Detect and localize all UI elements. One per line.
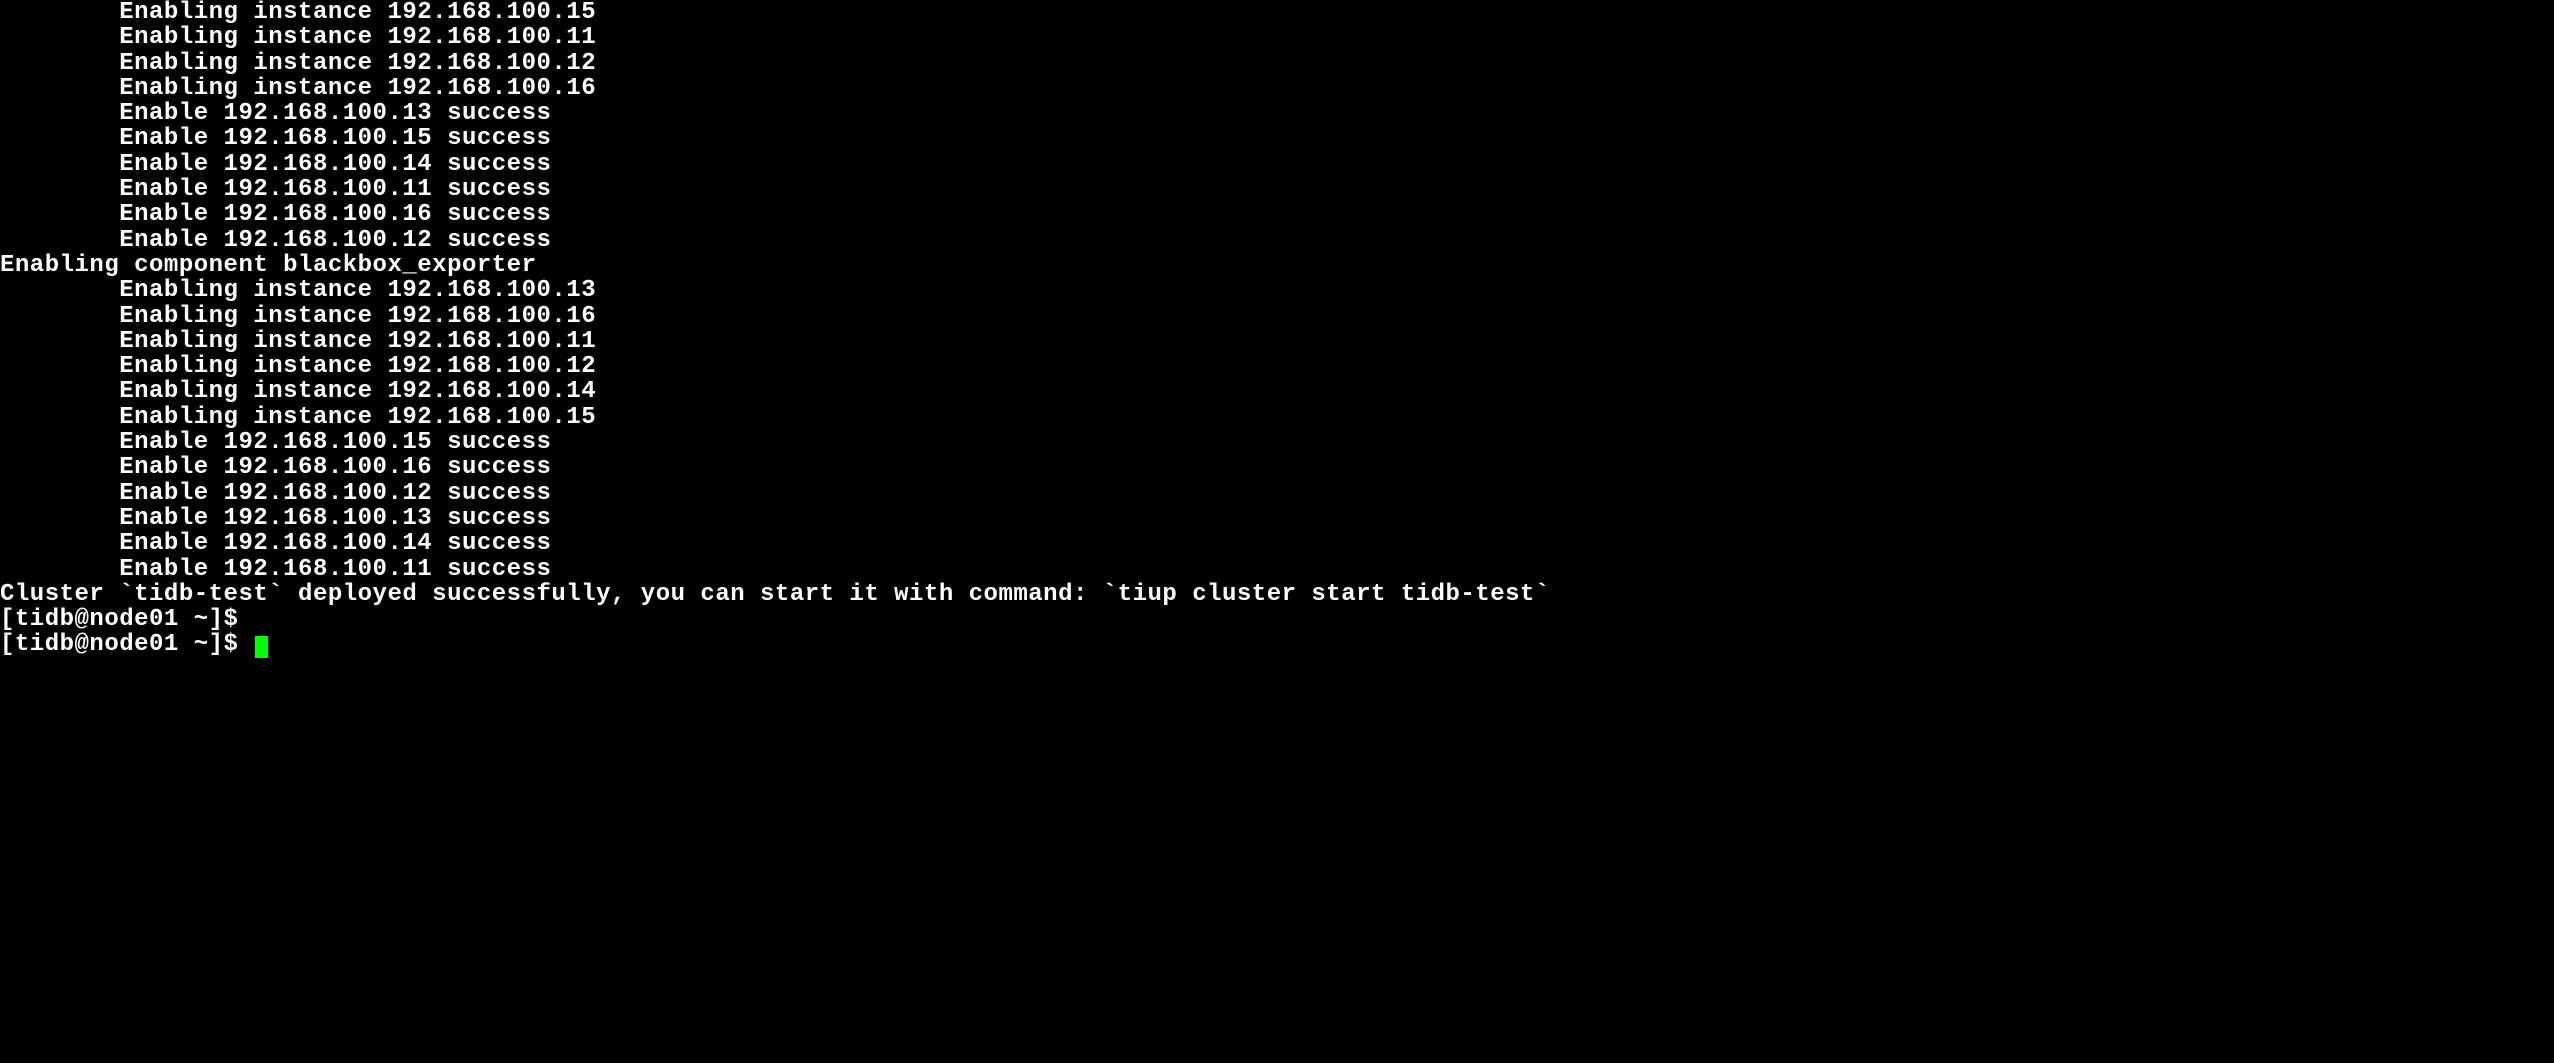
terminal-line: Enable 192.168.100.15 success xyxy=(0,126,2554,151)
terminal-line: Cluster `tidb-test` deployed successfull… xyxy=(0,582,2554,607)
terminal-line: Enabling component blackbox_exporter xyxy=(0,253,2554,278)
terminal-line: Enabling instance 192.168.100.15 xyxy=(0,0,2554,25)
cursor-icon xyxy=(255,636,268,658)
terminal-line: Enable 192.168.100.11 success xyxy=(0,177,2554,202)
terminal-line: Enable 192.168.100.13 success xyxy=(0,506,2554,531)
terminal-line: Enabling instance 192.168.100.13 xyxy=(0,278,2554,303)
terminal-output[interactable]: Enabling instance 192.168.100.15 Enablin… xyxy=(0,0,2554,658)
terminal-line: Enabling instance 192.168.100.16 xyxy=(0,304,2554,329)
terminal-line: Enabling instance 192.168.100.16 xyxy=(0,76,2554,101)
terminal-line: Enabling instance 192.168.100.11 xyxy=(0,25,2554,50)
terminal-line: Enabling instance 192.168.100.11 xyxy=(0,329,2554,354)
terminal-line: Enable 192.168.100.12 success xyxy=(0,481,2554,506)
terminal-line: Enable 192.168.100.14 success xyxy=(0,152,2554,177)
terminal-line: Enable 192.168.100.11 success xyxy=(0,557,2554,582)
terminal-line: Enable 192.168.100.16 success xyxy=(0,202,2554,227)
terminal-line: Enable 192.168.100.14 success xyxy=(0,531,2554,556)
terminal-line: Enabling instance 192.168.100.15 xyxy=(0,405,2554,430)
terminal-line: Enabling instance 192.168.100.14 xyxy=(0,379,2554,404)
terminal-line: Enable 192.168.100.15 success xyxy=(0,430,2554,455)
terminal-line: Enable 192.168.100.12 success xyxy=(0,228,2554,253)
terminal-line: Enable 192.168.100.13 success xyxy=(0,101,2554,126)
shell-prompt: [tidb@node01 ~]$ xyxy=(0,607,2554,632)
terminal-line: Enabling instance 192.168.100.12 xyxy=(0,354,2554,379)
shell-prompt[interactable]: [tidb@node01 ~]$ xyxy=(0,632,2554,657)
terminal-line: Enabling instance 192.168.100.12 xyxy=(0,51,2554,76)
terminal-line: Enable 192.168.100.16 success xyxy=(0,455,2554,480)
